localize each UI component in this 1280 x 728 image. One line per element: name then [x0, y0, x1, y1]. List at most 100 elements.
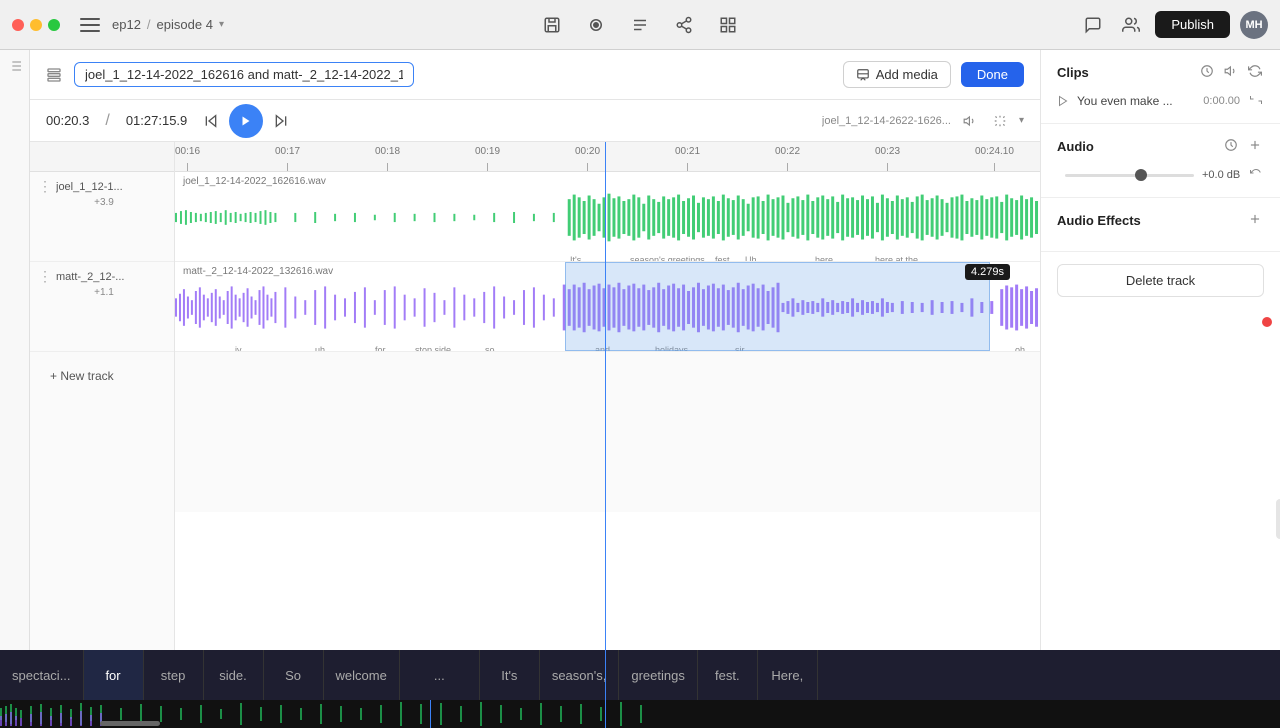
- ruler-mark-00-17: 00:17: [275, 142, 300, 171]
- transport-controls: [199, 104, 293, 138]
- new-track-area: + New track: [30, 352, 174, 400]
- clips-sync-icon[interactable]: [1246, 62, 1264, 83]
- done-button[interactable]: Done: [961, 62, 1024, 87]
- titlebar-center-icons: [538, 11, 742, 39]
- audio-section: Audio: [1041, 124, 1280, 198]
- transcript-word-11: Here,: [758, 650, 818, 700]
- track2-label-text: matt-_2_12-...: [56, 271, 124, 283]
- clip-name-input[interactable]: [74, 62, 414, 87]
- transcript-word-0: spectaci...: [0, 650, 84, 700]
- track-labels: ⋮ joel_1_12-1... +3.9 ⋮ matt-_2_12-... +…: [30, 142, 175, 728]
- track2-waveform: [175, 280, 1040, 335]
- add-media-label: Add media: [876, 67, 938, 82]
- clip-item: You even make ... 0:00.00: [1057, 91, 1264, 111]
- clip-play-icon: [1057, 95, 1069, 107]
- project-name: ep12: [112, 17, 141, 32]
- track1-menu-dots[interactable]: ⋮: [38, 178, 52, 195]
- avatar: MH: [1240, 11, 1268, 39]
- clip-sync-icon[interactable]: [1248, 91, 1264, 111]
- transcript-word-5: welcome: [324, 650, 400, 700]
- clip-time: 0:00.00: [1203, 95, 1240, 107]
- clip-bar: Add media Done: [30, 50, 1040, 100]
- audio-db-value: +0.0 dB: [1202, 169, 1240, 181]
- ruler-mark-00-18: 00:18: [375, 142, 400, 171]
- panel-resize-handle[interactable]: [1276, 499, 1280, 539]
- people-icon[interactable]: [1117, 11, 1145, 39]
- track2-content[interactable]: matt-_2_12-14-2022_132616.wav 4.279s: [175, 262, 1040, 352]
- skip-back-button[interactable]: [199, 109, 223, 133]
- transcript-word-9: greetings: [619, 650, 697, 700]
- share-icon[interactable]: [670, 11, 698, 39]
- mini-playhead: [430, 700, 431, 728]
- clips-title: Clips: [1057, 65, 1089, 80]
- tracks-icon: [46, 67, 62, 83]
- delete-track-button[interactable]: Delete track: [1057, 264, 1264, 297]
- volume-icon[interactable]: [959, 110, 981, 132]
- minimize-button[interactable]: [30, 19, 42, 31]
- mini-waveform-svg: [0, 700, 1280, 728]
- audio-header: Audio: [1057, 136, 1264, 157]
- chat-icon[interactable]: [1079, 11, 1107, 39]
- settings-chevron-icon[interactable]: ▾: [1019, 115, 1024, 126]
- transcript-word-10: fest.: [698, 650, 758, 700]
- transport-right: joel_1_12-14-2622-1626... ▾: [822, 110, 1024, 132]
- ruler-mark-00-23: 00:23: [875, 142, 900, 171]
- publish-button[interactable]: Publish: [1155, 11, 1230, 38]
- maximize-button[interactable]: [48, 19, 60, 31]
- track1-filename: joel_1_12-14-2022_162616.wav: [183, 176, 326, 187]
- track1-waveform: [175, 190, 1040, 245]
- audio-effects-header: Audio Effects: [1057, 210, 1264, 231]
- close-button[interactable]: [12, 19, 24, 31]
- ruler: 00:16 00:17 00:18 00:19: [175, 142, 1040, 172]
- traffic-lights: [12, 19, 60, 31]
- episode-chevron-icon[interactable]: ▾: [219, 19, 224, 30]
- audio-effects-add-icon[interactable]: [1246, 210, 1264, 231]
- ruler-mark-00-24: 00:24.10: [975, 142, 1014, 171]
- clips-header-icons: [1198, 62, 1264, 83]
- tracks-scroll[interactable]: 00:16 00:17 00:18 00:19: [175, 142, 1040, 728]
- ruler-mark-00-21: 00:21: [675, 142, 700, 171]
- track2-menu-dots[interactable]: ⋮: [38, 268, 52, 285]
- time-tooltip: 4.279s: [965, 264, 1010, 280]
- track1-content[interactable]: joel_1_12-14-2022_162616.wav: [175, 172, 1040, 262]
- titlebar-right: Publish MH: [1079, 11, 1268, 39]
- titlebar: ep12 / episode 4 ▾: [0, 0, 1280, 50]
- play-button[interactable]: [229, 104, 263, 138]
- mini-scrollbar-thumb[interactable]: [100, 721, 160, 726]
- track1-label-text: joel_1_12-1...: [56, 181, 123, 193]
- audio-effects-title: Audio Effects: [1057, 213, 1141, 228]
- episode-name[interactable]: episode 4: [157, 17, 213, 32]
- bottom-bar: spectaci... for step side. So welcome ..…: [0, 650, 1280, 728]
- track-name-display: joel_1_12-14-2622-1626...: [822, 115, 951, 127]
- right-panel: Clips: [1040, 50, 1280, 728]
- track2-offset: +1.1: [90, 287, 114, 298]
- settings-icon[interactable]: [989, 110, 1011, 132]
- audio-reset-icon[interactable]: [1248, 165, 1264, 185]
- main-content: Add media Done 00:20.3 / 01:27:15.9: [30, 50, 1040, 728]
- audio-clock-icon[interactable]: [1222, 136, 1240, 157]
- audio-volume-slider[interactable]: [1065, 174, 1194, 177]
- track1-label: ⋮ joel_1_12-1... +3.9: [30, 172, 174, 262]
- editor: Add media Done 00:20.3 / 01:27:15.9: [0, 50, 1280, 728]
- save-icon[interactable]: [538, 11, 566, 39]
- add-media-icon: [856, 68, 870, 82]
- menu-icon[interactable]: [76, 11, 104, 39]
- new-track-button[interactable]: + New track: [38, 358, 126, 394]
- clips-volume-icon[interactable]: [1222, 62, 1240, 83]
- ruler-mark-00-20: 00:20: [575, 142, 600, 171]
- clips-section: Clips: [1041, 50, 1280, 124]
- timeline-main: ⋮ joel_1_12-1... +3.9 ⋮ matt-_2_12-... +…: [30, 142, 1040, 728]
- grid-icon[interactable]: [714, 11, 742, 39]
- audio-effects-section: Audio Effects: [1041, 198, 1280, 252]
- audio-header-icons: [1222, 136, 1264, 157]
- record-icon[interactable]: [582, 11, 610, 39]
- left-gutter: [0, 50, 30, 728]
- clips-clock-icon[interactable]: [1198, 62, 1216, 83]
- add-media-button[interactable]: Add media: [843, 61, 951, 88]
- text-icon[interactable]: [626, 11, 654, 39]
- audio-add-icon[interactable]: [1246, 136, 1264, 157]
- waveform-mini[interactable]: [0, 700, 1280, 728]
- clip-name: You even make ...: [1077, 94, 1173, 108]
- empty-track-area[interactable]: [175, 352, 1040, 512]
- skip-forward-button[interactable]: [269, 109, 293, 133]
